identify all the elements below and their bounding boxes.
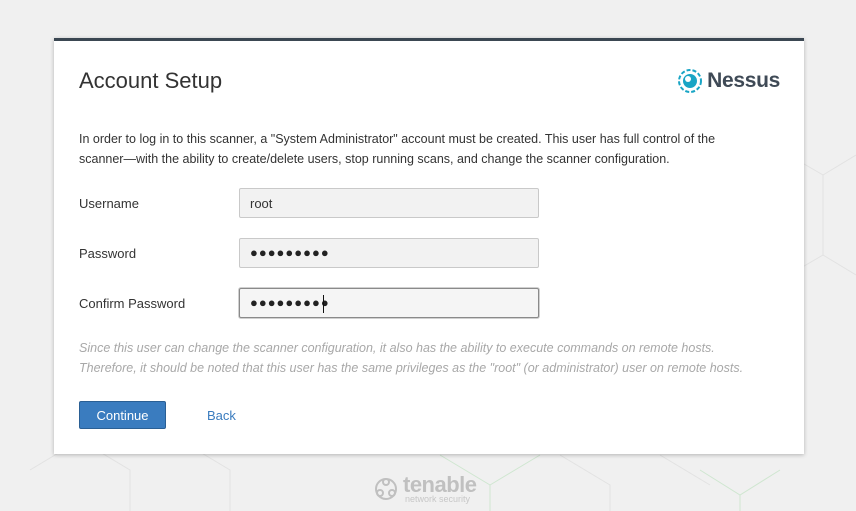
brand-name: Nessus xyxy=(707,69,780,92)
tenable-logo-icon xyxy=(375,478,397,500)
account-setup-card: Account Setup Nessus In order to log in … xyxy=(54,38,804,454)
password-row: Password ●●●●●●●●● xyxy=(79,238,549,268)
username-input[interactable] xyxy=(239,188,539,218)
intro-line-1: In order to log in to this scanner, a "S… xyxy=(79,132,716,146)
confirm-password-value: ●●●●●●●●● xyxy=(250,295,330,310)
username-row: Username xyxy=(79,188,549,218)
page-title: Account Setup xyxy=(79,68,223,93)
footer-subtitle: network security xyxy=(405,494,471,504)
nessus-logo: Nessus xyxy=(677,67,780,95)
warning-line-2: Therefore, it should be noted that this … xyxy=(79,361,744,375)
password-label: Password xyxy=(79,246,137,261)
footer-brand: tenable xyxy=(403,472,477,497)
continue-button[interactable]: Continue xyxy=(79,401,166,429)
confirm-password-row: Confirm Password ●●●●●●●●● xyxy=(79,288,549,318)
confirm-password-label: Confirm Password xyxy=(79,296,186,311)
password-input[interactable]: ●●●●●●●●● xyxy=(239,238,539,268)
intro-line-2: scanner—with the ability to create/delet… xyxy=(79,152,670,166)
privilege-warning: Since this user can change the scanner c… xyxy=(79,338,789,378)
tenable-logo: tenable network security xyxy=(373,474,477,504)
nessus-logo-icon xyxy=(678,69,703,93)
back-link[interactable]: Back xyxy=(207,408,236,423)
password-value: ●●●●●●●●● xyxy=(250,245,330,260)
intro-text: In order to log in to this scanner, a "S… xyxy=(79,129,769,169)
text-cursor xyxy=(323,295,324,313)
username-label: Username xyxy=(79,196,139,211)
warning-line-1: Since this user can change the scanner c… xyxy=(79,341,715,355)
confirm-password-input[interactable]: ●●●●●●●●● xyxy=(239,288,539,318)
